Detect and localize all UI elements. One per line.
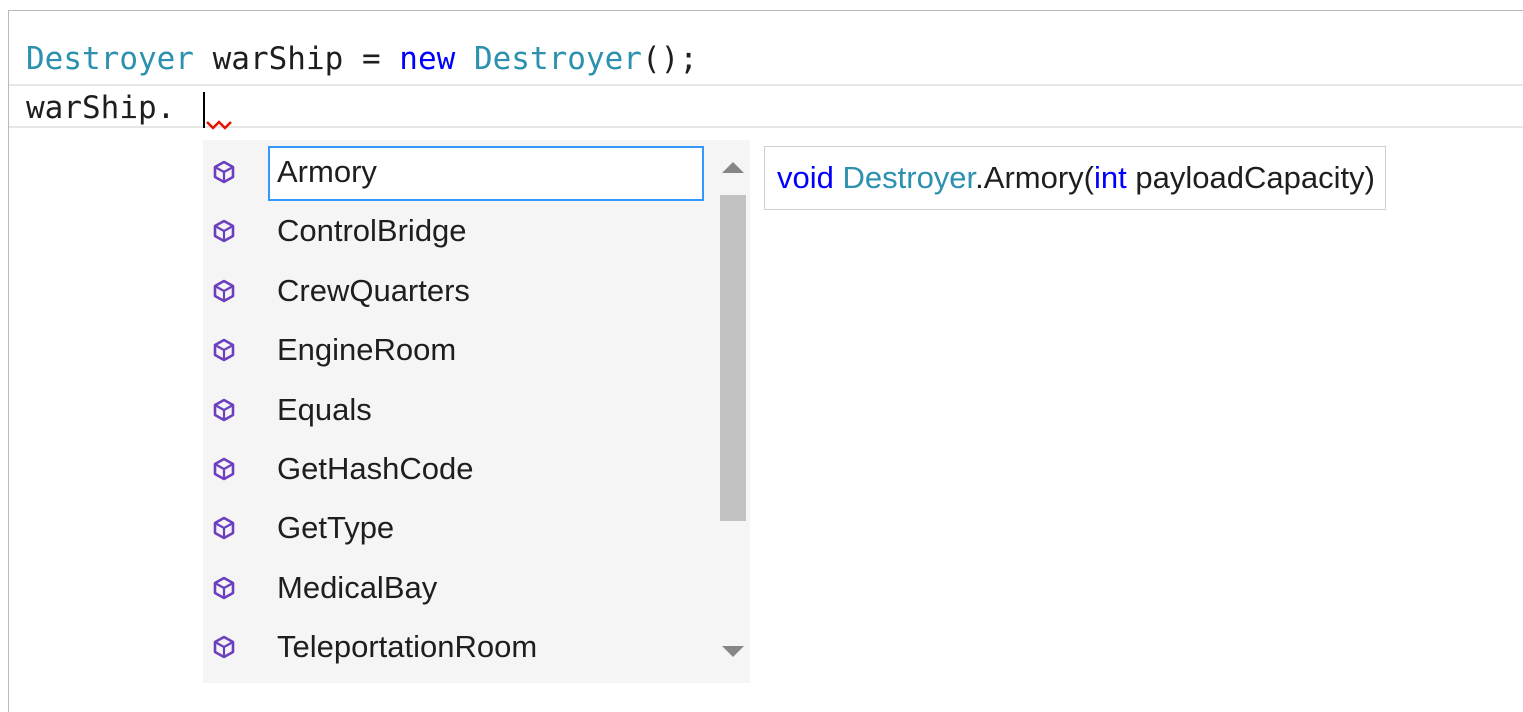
method-cube-icon [213,576,235,600]
type-token: Destroyer [26,41,194,77]
completion-item[interactable]: Armory [203,143,708,201]
scroll-up-arrow-icon[interactable] [722,162,744,173]
completion-scrollbar[interactable] [715,140,749,683]
completion-item[interactable]: TeleportationRoom [203,618,708,676]
method-cube-icon [213,220,235,243]
completion-item[interactable]: GetType [203,499,708,557]
completion-item-label: TeleportationRoom [277,629,538,665]
code-line-2[interactable]: warShip. [26,88,175,128]
completion-item-label: MedicalBay [277,569,438,605]
method-cube-icon [213,517,235,540]
scroll-thumb[interactable] [720,195,746,521]
scroll-down-arrow-icon[interactable] [722,646,744,657]
completion-item-label: Equals [277,391,372,427]
tooltip-class: Destroyer [842,160,976,195]
completion-item[interactable]: ControlBridge [203,202,708,260]
code-line-1[interactable]: Destroyer warShip = new Destroyer(); [26,39,698,79]
tooltip-param: payloadCapacity) [1126,160,1375,195]
error-squiggle-icon [206,120,232,130]
method-cube-icon [213,635,235,659]
completion-item-label: EngineRoom [277,332,457,368]
completion-item[interactable]: CrewQuarters [203,262,708,320]
identifier-token: warShip = [193,41,400,77]
completion-item[interactable]: GetHashCode [203,440,708,498]
method-cube-icon [213,457,235,481]
tooltip-space [834,160,843,195]
tooltip-param-type: int [1094,160,1127,195]
completion-item-label: ControlBridge [277,213,467,249]
signature-tooltip: void Destroyer.Armory(int payloadCapacit… [764,146,1386,210]
completion-item-label: GetHashCode [277,451,474,486]
current-line-highlight [9,84,1523,128]
method-cube-icon [213,279,235,303]
keyword-token: new [399,41,456,77]
completion-item[interactable]: MedicalBay [203,559,708,617]
constructor-token: Destroyer [473,41,642,77]
method-cube-icon [213,338,235,362]
completion-item-label: GetType [277,510,395,546]
completion-item-label: Armory [277,154,377,189]
intellisense-completion-list[interactable]: Armory ControlBridge CrewQuarters EngineRoo… [203,140,750,683]
completion-item[interactable]: EngineRoom [203,321,708,379]
completion-item-label: CrewQuarters [277,272,470,308]
tooltip-member: .Armory( [975,160,1094,195]
tooltip-return-type: void [777,160,834,195]
method-cube-icon [213,398,235,421]
member-access-text: warShip. [26,90,176,126]
text-caret [203,92,205,128]
punctuation-token: (); [641,41,698,77]
method-cube-icon [213,160,235,184]
completion-item[interactable]: Equals [203,381,708,439]
